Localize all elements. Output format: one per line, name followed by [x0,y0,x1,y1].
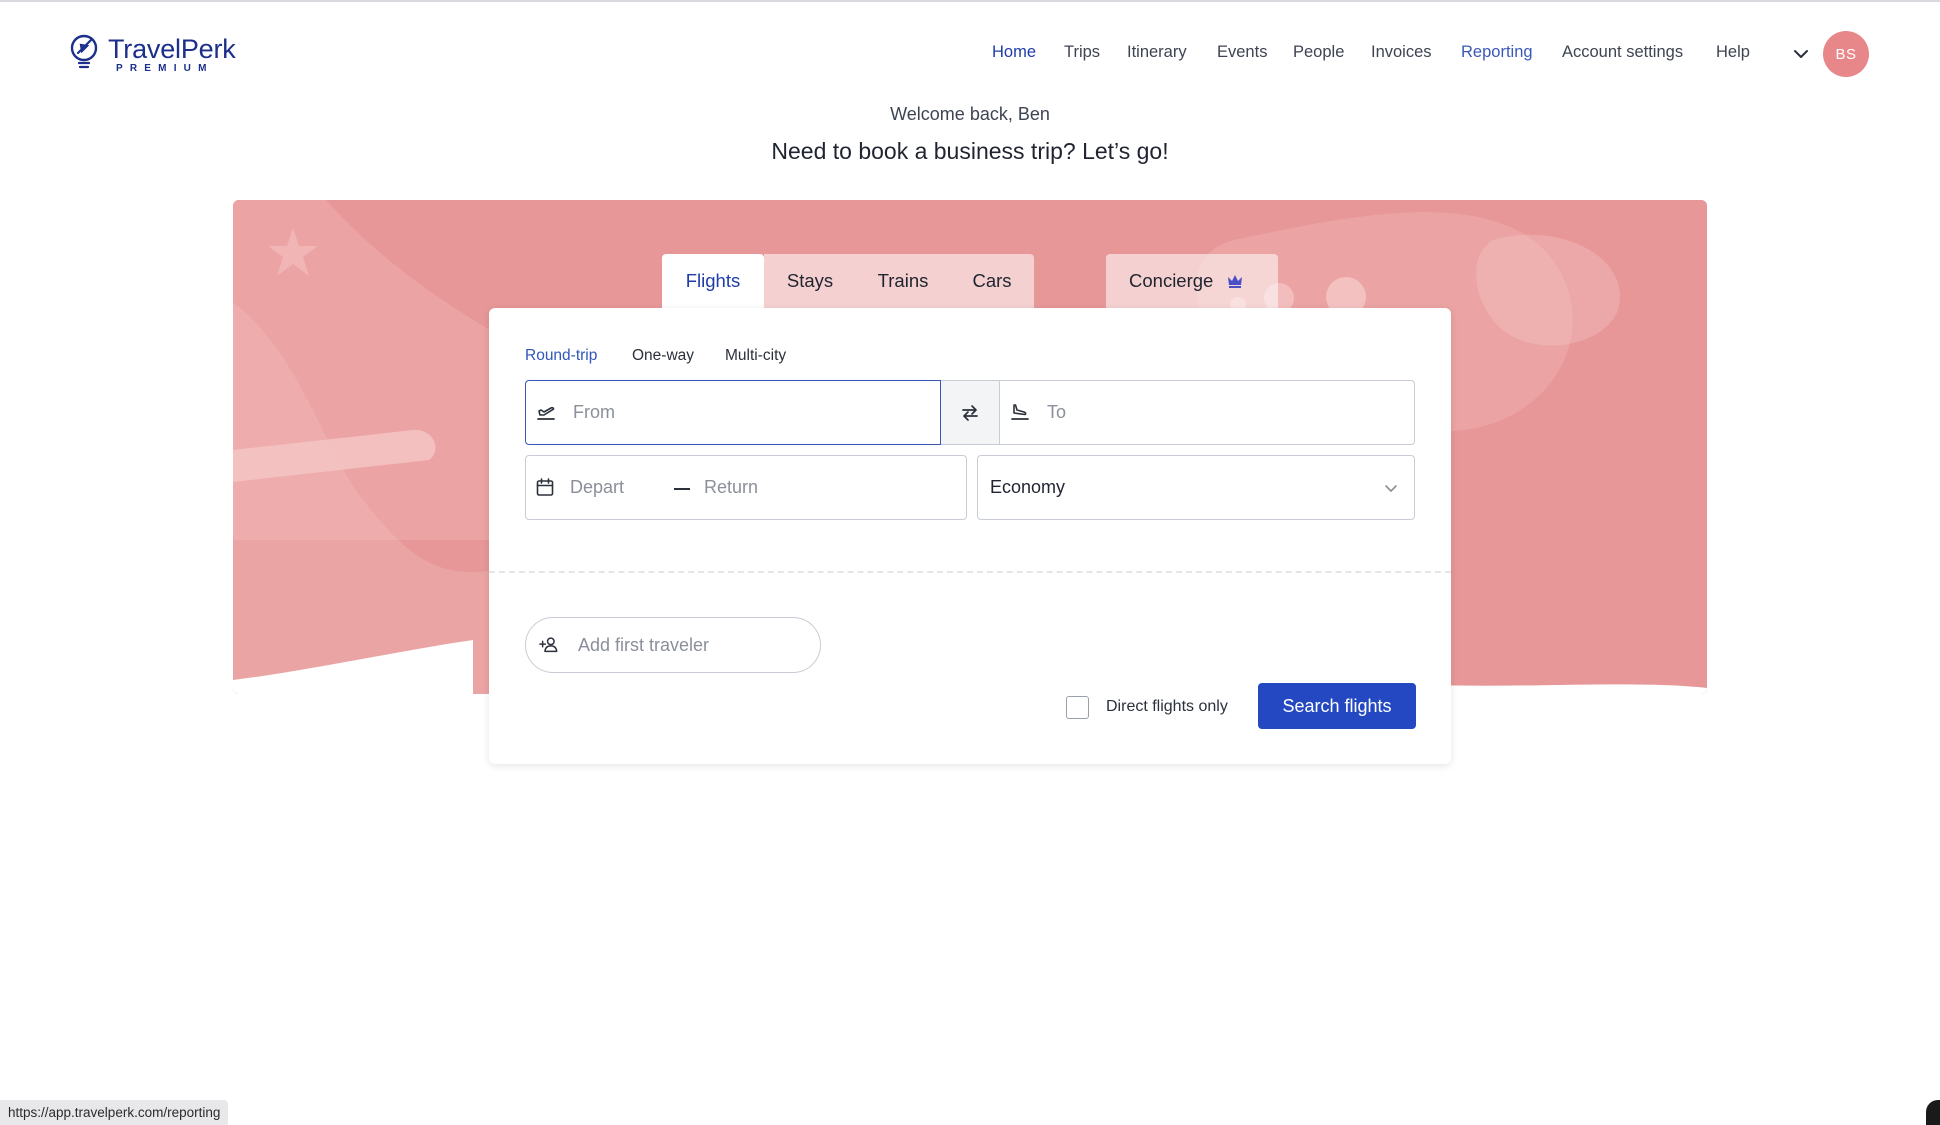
direct-flights-checkbox[interactable] [1066,696,1089,719]
depart-placeholder: Depart [570,477,625,497]
top-header: TravelPerk PREMIUM Home Trips Itinerary … [0,2,1940,102]
trip-type-one-way[interactable]: One-way [632,347,694,365]
window-corner [1926,1100,1940,1125]
nav-events[interactable]: Events [1217,43,1267,62]
swap-arrows-icon [962,404,978,421]
chevron-down-icon [1385,485,1397,492]
swap-locations-button[interactable] [941,380,999,445]
page-headline: Need to book a business trip? Let’s go! [771,138,1169,164]
main-nav: Home Trips Itinerary Events People Invoi… [0,43,1940,67]
tab-trains[interactable]: Trains [856,254,950,308]
tab-cars[interactable]: Cars [950,254,1034,308]
nav-itinerary[interactable]: Itinerary [1127,43,1187,62]
crown-icon [1228,275,1243,288]
nav-invoices[interactable]: Invoices [1371,43,1432,62]
nav-reporting[interactable]: Reporting [1461,43,1533,62]
traveler-placeholder: Add first traveler [578,635,710,655]
nav-account-settings[interactable]: Account settings [1562,43,1683,62]
chevron-down-icon[interactable] [1791,44,1811,64]
from-field[interactable]: From [525,380,941,445]
tab-stays[interactable]: Stays [764,254,856,308]
nav-home[interactable]: Home [992,43,1036,62]
flight-search-card: Round-trip One-way Multi-city From To De… [489,308,1451,764]
add-traveler-field[interactable]: Add first traveler [525,617,821,673]
section-divider [489,571,1451,573]
from-placeholder: From [573,402,615,422]
nav-trips[interactable]: Trips [1064,43,1100,62]
nav-people[interactable]: People [1293,43,1344,62]
to-field[interactable]: To [999,380,1415,445]
landing-icon [1011,404,1029,420]
trip-type-multi-city[interactable]: Multi-city [725,347,786,365]
booking-tabs: Flights Stays Trains Cars [662,254,1034,308]
add-person-icon [539,637,558,653]
search-flights-button[interactable]: Search flights [1258,683,1416,729]
date-range-field[interactable]: Depart Return [525,455,967,520]
cabin-class-select[interactable]: Economy [977,455,1415,520]
nav-help[interactable]: Help [1716,43,1750,62]
user-avatar[interactable]: BS [1823,31,1869,77]
cabin-class-value: Economy [990,477,1066,497]
to-placeholder: To [1047,402,1067,422]
return-placeholder: Return [704,477,759,497]
welcome-message: Welcome back, Ben [890,104,1050,124]
date-separator [674,488,690,490]
takeoff-icon [537,406,555,420]
trip-type-round-trip[interactable]: Round-trip [525,347,597,365]
concierge-label: Concierge [1129,270,1214,291]
direct-flights-label[interactable]: Direct flights only [1106,698,1228,716]
link-status-bar: https://app.travelperk.com/reporting [0,1100,229,1125]
calendar-icon [536,478,554,496]
tab-flights[interactable]: Flights [662,254,764,308]
tab-concierge[interactable]: Concierge [1106,254,1278,308]
